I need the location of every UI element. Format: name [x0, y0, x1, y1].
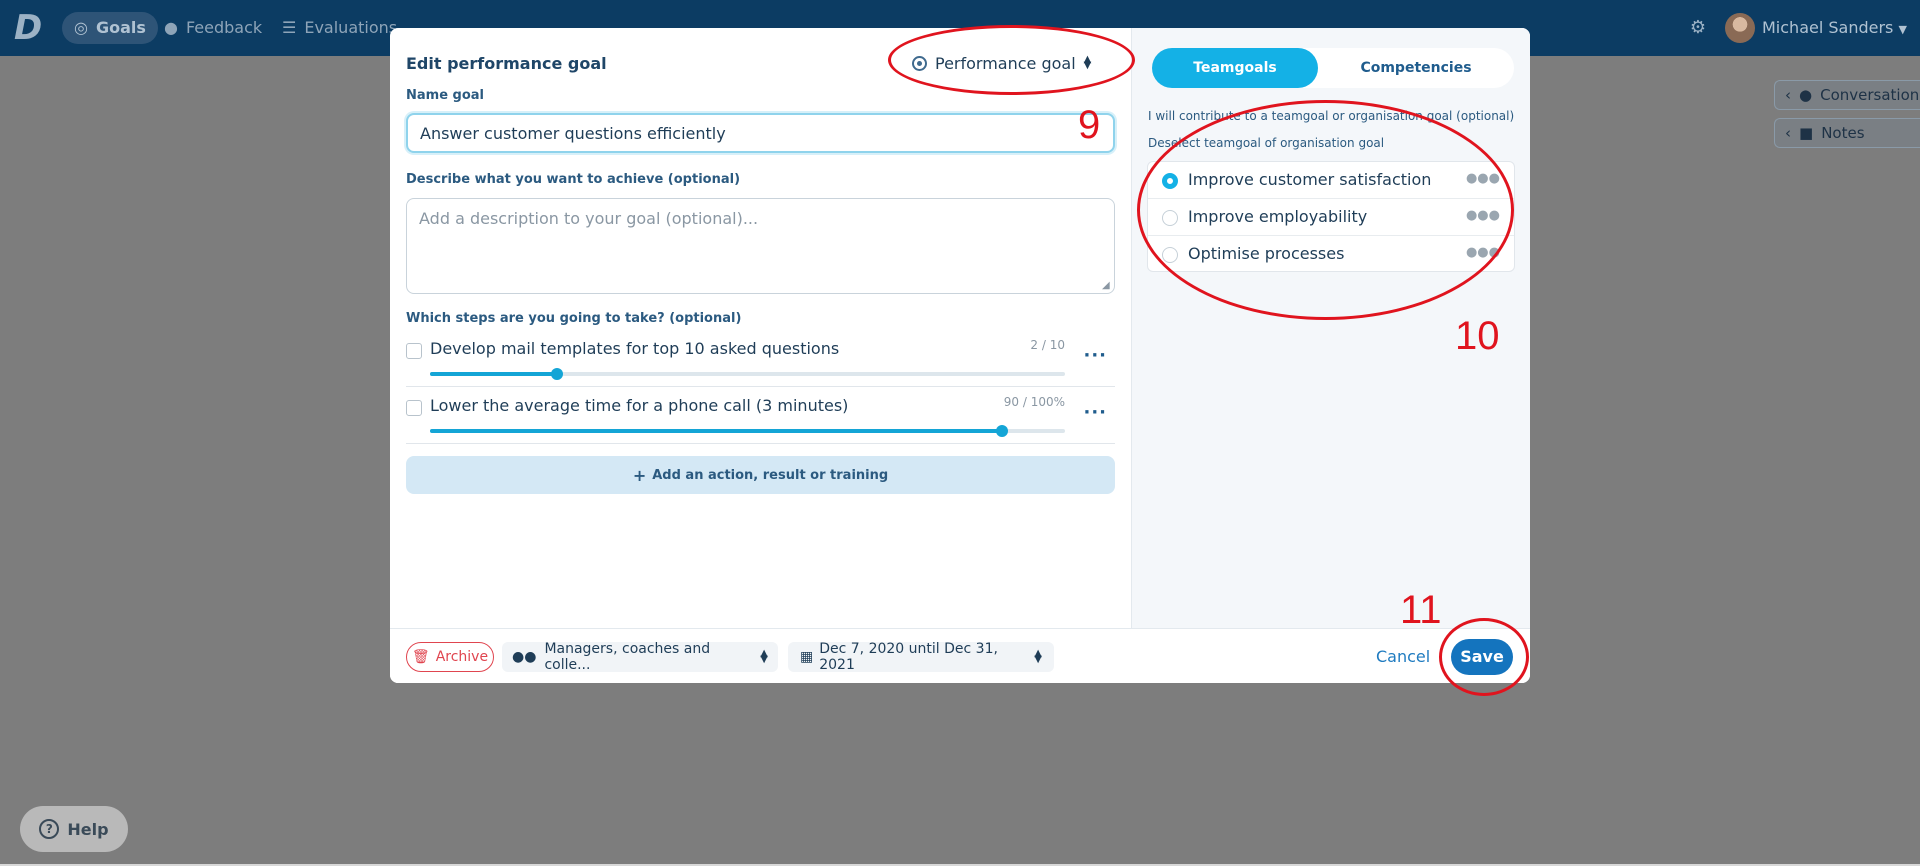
- archive-label: Archive: [435, 649, 489, 665]
- more-options-icon[interactable]: ···: [1083, 345, 1107, 366]
- more-options-icon[interactable]: ···: [1083, 402, 1107, 423]
- nav-item-evaluations[interactable]: ☰ Evaluations: [270, 12, 409, 44]
- tab-teamgoals[interactable]: Teamgoals: [1152, 48, 1318, 88]
- goal-form: Edit performance goal Performance goal ▲…: [390, 28, 1131, 628]
- annotation-number: 11: [1400, 588, 1442, 632]
- nav-item-feedback[interactable]: ● Feedback: [152, 12, 274, 44]
- slider-handle[interactable]: [995, 425, 1008, 437]
- trash-icon: 🗑: [411, 649, 430, 665]
- step-item: Lower the average time for a phone call …: [406, 388, 1115, 444]
- people-icon: ●●: [512, 649, 537, 665]
- slider-fill: [430, 372, 557, 376]
- link-tabs: Teamgoals Competencies: [1152, 48, 1514, 88]
- visibility-value: Managers, coaches and colle...: [544, 641, 711, 673]
- slider-fill: [430, 429, 1002, 433]
- annotation-circle-save: [1439, 618, 1529, 696]
- sort-icon: ▲ ▼: [1034, 648, 1042, 665]
- annotation-circle-teamgoals: [1137, 100, 1514, 320]
- step-progress-count: 2 / 10: [1030, 338, 1065, 352]
- visibility-select[interactable]: ●● Managers, coaches and colle... ▲ ▼: [502, 641, 778, 673]
- modal-title: Edit performance goal: [406, 54, 607, 73]
- sort-icon: ▲ ▼: [760, 648, 768, 665]
- cancel-button[interactable]: Cancel: [1376, 647, 1430, 666]
- list-icon: ☰: [282, 18, 297, 37]
- tab-competencies[interactable]: Competencies: [1318, 48, 1514, 88]
- chevron-left-icon: ‹: [1785, 86, 1791, 104]
- goal-name-input[interactable]: [406, 113, 1115, 153]
- help-label: Help: [67, 819, 109, 839]
- nav-item-label: Evaluations: [304, 18, 398, 37]
- step-checkbox[interactable]: [406, 343, 422, 359]
- step-progress-slider[interactable]: [430, 425, 1065, 437]
- nav-item-label: Feedback: [185, 18, 263, 37]
- date-range-value: Dec 7, 2020 until Dec 31, 2021: [819, 641, 998, 673]
- step-item: Develop mail templates for top 10 asked …: [406, 331, 1115, 387]
- resize-handle-icon[interactable]: ◢: [1102, 280, 1110, 291]
- description-label: Describe what you want to achieve (optio…: [406, 172, 741, 187]
- avatar[interactable]: [1725, 13, 1755, 43]
- chevron-left-icon: ‹: [1785, 124, 1791, 142]
- name-goal-label: Name goal: [406, 88, 485, 103]
- annotation-number: 10: [1455, 314, 1500, 358]
- step-label: Develop mail templates for top 10 asked …: [430, 339, 840, 358]
- caret-down-icon: ▼: [1898, 23, 1907, 36]
- user-name: Michael Sanders: [1762, 18, 1894, 37]
- chat-icon: ●: [1799, 86, 1813, 104]
- add-action-button[interactable]: + Add an action, result or training: [406, 456, 1115, 494]
- steps-label: Which steps are you going to take? (opti…: [406, 311, 742, 326]
- step-progress-count: 90 / 100%: [1003, 395, 1065, 409]
- note-icon: ■: [1799, 124, 1814, 142]
- slider-handle[interactable]: [551, 368, 563, 380]
- modal-footer: 🗑 Archive ●● Managers, coaches and colle…: [390, 628, 1530, 683]
- step-progress-slider[interactable]: [430, 368, 1065, 380]
- app-logo[interactable]: D: [14, 10, 48, 46]
- add-action-label: Add an action, result or training: [652, 467, 889, 483]
- user-menu[interactable]: Michael Sanders ▼: [1762, 14, 1907, 42]
- nav-item-goals[interactable]: ◎ Goals: [62, 12, 158, 44]
- user-settings-icon[interactable]: ⚙: [1684, 14, 1712, 42]
- annotation-circle-type: [888, 25, 1135, 95]
- question-icon: ?: [39, 819, 60, 839]
- chat-icon: ●: [164, 18, 178, 37]
- goal-description-input[interactable]: [406, 198, 1115, 294]
- nav-item-label: Goals: [95, 18, 146, 37]
- annotation-number: 9: [1078, 103, 1101, 147]
- side-tab-label: Notes: [1821, 124, 1865, 142]
- plus-icon: +: [632, 465, 647, 485]
- date-range-select[interactable]: ▦ Dec 7, 2020 until Dec 31, 2021 ▲ ▼: [788, 641, 1054, 673]
- calendar-icon: ▦: [800, 649, 814, 665]
- target-icon: ◎: [74, 18, 88, 37]
- archive-button[interactable]: 🗑 Archive: [406, 642, 494, 672]
- step-label: Lower the average time for a phone call …: [430, 396, 849, 415]
- side-tab-label: Conversation: [1820, 86, 1920, 104]
- side-tab-conversation[interactable]: ‹ ● Conversation: [1774, 80, 1920, 110]
- help-button[interactable]: ? Help: [20, 806, 128, 852]
- side-tab-notes[interactable]: ‹ ■ Notes: [1774, 118, 1920, 148]
- step-checkbox[interactable]: [406, 400, 422, 416]
